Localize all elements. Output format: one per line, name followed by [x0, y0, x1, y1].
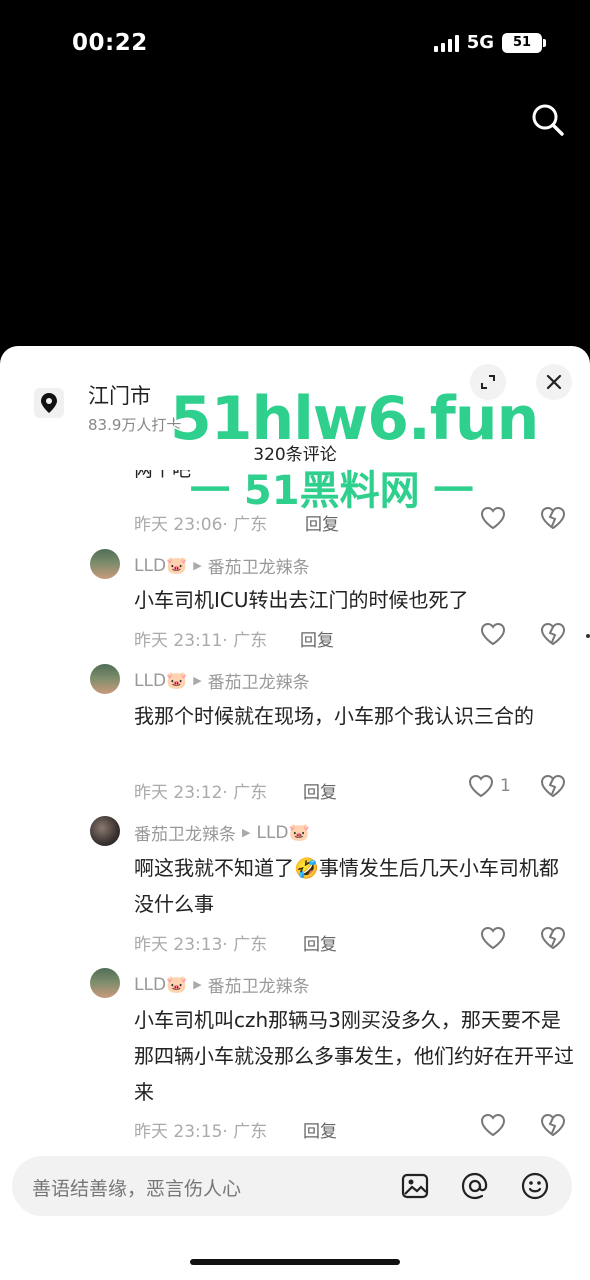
battery-icon: 51	[502, 32, 546, 53]
comment-text: 我那个时候就在现场，小车那个我认识三合的	[134, 704, 534, 728]
username[interactable]: LLD🐷	[134, 556, 187, 576]
comment-user-row: LLD🐷 ▶ 番茄卫龙辣条	[134, 553, 310, 579]
broken-heart-icon	[540, 622, 566, 646]
reply-arrow-icon: ▶	[193, 978, 202, 991]
comment-user-row: 番茄卫龙辣条 ▶ LLD🐷	[134, 820, 310, 846]
location-checkins: 83.9万人打卡	[88, 416, 182, 434]
dislike-button[interactable]	[540, 926, 566, 954]
watermark-domain: 51hlw6.fun	[168, 383, 540, 456]
broken-heart-icon	[540, 506, 566, 530]
reply-to-username[interactable]: LLD🐷	[256, 823, 309, 843]
reply-to-username[interactable]: 番茄卫龙辣条	[208, 972, 310, 997]
watermark-site-name: 一 51黑料网 一	[189, 467, 476, 516]
avatar[interactable]	[90, 664, 120, 694]
reply-button[interactable]: 回复	[300, 626, 334, 651]
like-button[interactable]	[480, 1113, 506, 1137]
avatar[interactable]	[90, 968, 120, 998]
heart-icon	[468, 774, 494, 798]
heart-icon	[480, 622, 506, 646]
comment-text: 小车司机ICU转出去江门的时候也死了	[134, 588, 469, 612]
like-count: 1	[500, 776, 511, 796]
comment-user-row: LLD🐷 ▶ 番茄卫龙辣条	[134, 668, 310, 694]
home-indicator	[190, 1259, 400, 1265]
comment-text: 小车司机叫czh那辆马3刚买没多久，那天要不是那四辆小车就没那么多事发生，他们约…	[134, 1008, 574, 1104]
location-city: 江门市	[88, 384, 151, 408]
image-icon[interactable]	[400, 1171, 430, 1201]
location-pin-icon	[34, 388, 64, 418]
username[interactable]: LLD🐷	[134, 975, 187, 995]
broken-heart-icon	[540, 774, 566, 798]
comment-text-partial: 两个吧	[134, 470, 192, 481]
reply-arrow-icon: ▶	[193, 674, 202, 687]
reply-to-username[interactable]: 番茄卫龙辣条	[208, 553, 310, 578]
reply-to-username[interactable]: 番茄卫龙辣条	[208, 668, 310, 693]
dislike-button[interactable]	[540, 1113, 566, 1141]
close-icon[interactable]	[536, 364, 572, 400]
status-bar: 00:22 5G 51	[0, 0, 590, 88]
comment-meta: 昨天 23:13 · 广东	[134, 935, 268, 955]
reply-arrow-icon: ▶	[193, 559, 202, 572]
reply-button[interactable]: 回复	[303, 778, 337, 803]
comment-user-row: LLD🐷 ▶ 番茄卫龙辣条	[134, 972, 310, 998]
like-button[interactable]: 1	[468, 774, 511, 798]
like-button[interactable]	[480, 622, 506, 646]
avatar[interactable]	[90, 549, 120, 579]
network-type: 5G	[466, 32, 494, 53]
dislike-button[interactable]	[540, 622, 566, 650]
broken-heart-icon	[540, 1113, 566, 1137]
emoji-icon[interactable]	[520, 1171, 550, 1201]
heart-icon	[480, 506, 506, 530]
dislike-button[interactable]	[540, 506, 566, 534]
dislike-button[interactable]	[540, 774, 566, 802]
comment-text: 啊这我就不知道了🤣事情发生后几天小车司机都没什么事	[134, 856, 559, 916]
username[interactable]: 番茄卫龙辣条	[134, 820, 236, 845]
comment-input-bar[interactable]: 善语结善缘，恶言伤人心	[12, 1156, 572, 1216]
heart-icon	[480, 926, 506, 950]
broken-heart-icon	[540, 926, 566, 950]
like-button[interactable]	[480, 506, 506, 530]
avatar[interactable]	[90, 816, 120, 846]
username[interactable]: LLD🐷	[134, 671, 187, 691]
status-indicators: 5G 51	[433, 32, 546, 53]
status-time: 00:22	[72, 30, 148, 56]
comment-input[interactable]: 善语结善缘，恶言伤人心	[32, 1174, 241, 1201]
scroll-indicator	[586, 634, 590, 638]
comment-meta: 昨天 23:11 · 广东	[134, 631, 268, 651]
at-icon[interactable]	[460, 1171, 490, 1201]
comment-meta: 昨天 23:15 · 广东	[134, 1122, 268, 1142]
heart-icon	[480, 1113, 506, 1137]
reply-button[interactable]: 回复	[303, 930, 337, 955]
search-icon[interactable]	[528, 100, 568, 140]
reply-arrow-icon: ▶	[242, 826, 251, 839]
reply-button[interactable]: 回复	[303, 1117, 337, 1142]
like-button[interactable]	[480, 926, 506, 950]
comment-meta: 昨天 23:12 · 广东	[134, 783, 268, 803]
signal-icon	[433, 34, 459, 52]
